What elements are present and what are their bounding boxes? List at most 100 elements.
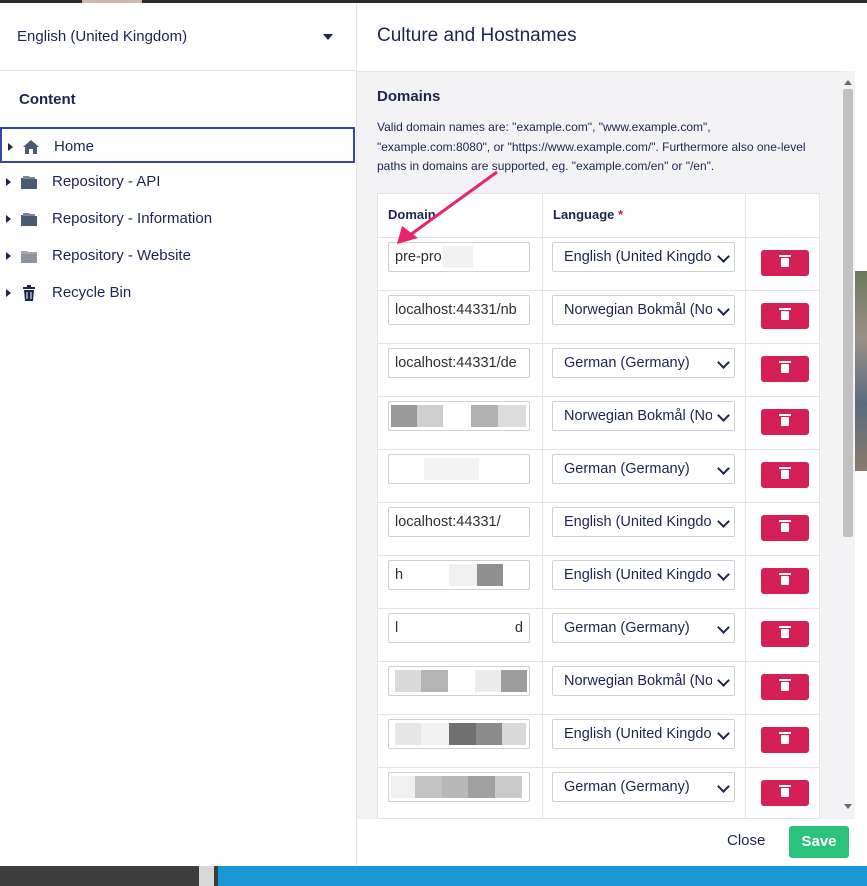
delete-domain-button[interactable] [761, 303, 809, 329]
dialog-header: Culture and Hostnames [357, 3, 867, 72]
language-value: English (United Kingdom) [564, 567, 729, 583]
domain-input[interactable] [388, 772, 530, 802]
language-select[interactable]: English (United Kingdom) [552, 242, 735, 272]
language-selector[interactable]: English (United Kingdom) [0, 3, 356, 71]
delete-domain-button[interactable] [761, 356, 809, 382]
tree-item-repository-website[interactable]: Repository - Website [0, 238, 355, 274]
table-header: Domain Language * [378, 194, 819, 238]
close-button[interactable]: Close [727, 832, 765, 849]
domain-input[interactable] [388, 454, 530, 484]
language-column-label: Language [553, 207, 615, 222]
delete-domain-button[interactable] [761, 621, 809, 647]
language-select[interactable]: English (United Kingdom) [552, 507, 735, 537]
tree-section-title: Content [19, 91, 76, 108]
redacted-block [477, 564, 503, 586]
domain-input[interactable]: l d [388, 613, 530, 643]
language-value: Norwegian Bokmål (Norway) [564, 673, 735, 689]
expand-arrow-icon[interactable] [6, 289, 11, 297]
language-select[interactable]: German (Germany) [552, 454, 735, 484]
table-row: localhost:44331/de German (Germany) [378, 343, 819, 397]
tree-item-home[interactable]: Home [0, 127, 355, 163]
home-icon [23, 140, 39, 154]
language-value: Norwegian Bokmål (Norway) [564, 408, 735, 424]
trash-icon [779, 679, 791, 691]
redacted-block [498, 405, 526, 427]
domain-input[interactable] [388, 401, 530, 431]
scroll-up-icon[interactable] [844, 80, 852, 85]
caret-down-icon[interactable] [323, 34, 333, 40]
language-selector-label: English (United Kingdom) [17, 28, 188, 45]
table-row: h English (United Kingdom) [378, 555, 819, 609]
language-value: Norwegian Bokmål (Norway) [564, 302, 735, 318]
delete-domain-button[interactable] [761, 515, 809, 541]
expand-arrow-icon[interactable] [6, 178, 11, 186]
domain-value: pre-pro [395, 249, 442, 265]
domains-table: Domain Language * pre-pro English (Unite… [377, 193, 820, 819]
scrollbar-thumb[interactable] [843, 89, 853, 537]
expand-arrow-icon[interactable] [8, 143, 13, 151]
domain-value: localhost:44331/de [395, 355, 517, 371]
delete-domain-button[interactable] [761, 409, 809, 435]
delete-domain-button[interactable] [761, 674, 809, 700]
tree-item-repository-information[interactable]: Repository - Information [0, 201, 355, 237]
redacted-block [449, 564, 477, 586]
language-select[interactable]: Norwegian Bokmål (Norway) [552, 401, 735, 431]
language-value: English (United Kingdom) [564, 726, 729, 742]
scroll-down-icon[interactable] [844, 804, 852, 809]
folder-icon [21, 213, 37, 226]
language-select[interactable]: English (United Kingdom) [552, 560, 735, 590]
tree-item-repository-api[interactable]: Repository - API [0, 164, 355, 200]
tree-item-label: Recycle Bin [52, 284, 132, 301]
redacted-block [475, 670, 501, 692]
domain-input[interactable] [388, 719, 530, 749]
trash-icon [779, 626, 791, 638]
dialog-scrollbar[interactable] [841, 71, 855, 819]
domain-input[interactable] [388, 666, 530, 696]
culture-hostnames-dialog: Culture and Hostnames Domains Valid doma… [357, 3, 867, 866]
delete-domain-button[interactable] [761, 568, 809, 594]
trash-icon [779, 308, 791, 320]
delete-domain-button[interactable] [761, 780, 809, 806]
language-select[interactable]: German (Germany) [552, 348, 735, 378]
language-select[interactable]: German (Germany) [552, 613, 735, 643]
expand-arrow-icon[interactable] [6, 215, 11, 223]
domain-value: l [395, 620, 399, 636]
trash-icon [779, 785, 791, 797]
redacted-block [421, 670, 448, 692]
table-row: localhost:44331/nb Norwegian Bokmål (Nor… [378, 290, 819, 344]
delete-domain-button[interactable] [761, 727, 809, 753]
redacted-block [501, 670, 527, 692]
redacted-block [417, 405, 443, 427]
required-mark: * [618, 207, 624, 222]
delete-domain-button[interactable] [761, 462, 809, 488]
save-button[interactable]: Save [789, 826, 849, 858]
domain-input[interactable]: h [388, 560, 530, 590]
folder-icon [21, 176, 37, 189]
domain-value: localhost:44331/nb [395, 302, 517, 318]
redacted-block [395, 670, 421, 692]
tree-item-recycle-bin[interactable]: Recycle Bin [0, 275, 355, 311]
folder-icon [21, 251, 37, 263]
language-column-header: Language * [553, 207, 623, 222]
expand-arrow-icon[interactable] [6, 252, 11, 260]
redacted-block [442, 776, 468, 798]
delete-domain-button[interactable] [761, 250, 809, 276]
language-value: English (United Kingdom) [564, 514, 729, 530]
language-select[interactable]: Norwegian Bokmål (Norway) [552, 666, 735, 696]
table-row: Norwegian Bokmål (Norway) [378, 661, 819, 715]
background-page-edge [855, 71, 867, 819]
language-select[interactable]: German (Germany) [552, 772, 735, 802]
domain-input[interactable]: localhost:44331/de [388, 348, 530, 378]
domain-input[interactable]: localhost:44331/ [388, 507, 530, 537]
domain-value-end: d [514, 620, 523, 636]
domains-description: Valid domain names are: "example.com", "… [377, 120, 806, 173]
domain-input[interactable]: localhost:44331/nb [388, 295, 530, 325]
taskbar-segment [218, 866, 867, 886]
redacted-block [468, 776, 495, 798]
domain-input[interactable]: pre-pro [388, 242, 530, 272]
language-select[interactable]: Norwegian Bokmål (Norway) [552, 295, 735, 325]
redacted-block [502, 723, 526, 745]
trash-icon [779, 573, 791, 585]
language-select[interactable]: English (United Kingdom) [552, 719, 735, 749]
redacted-block [391, 776, 415, 798]
